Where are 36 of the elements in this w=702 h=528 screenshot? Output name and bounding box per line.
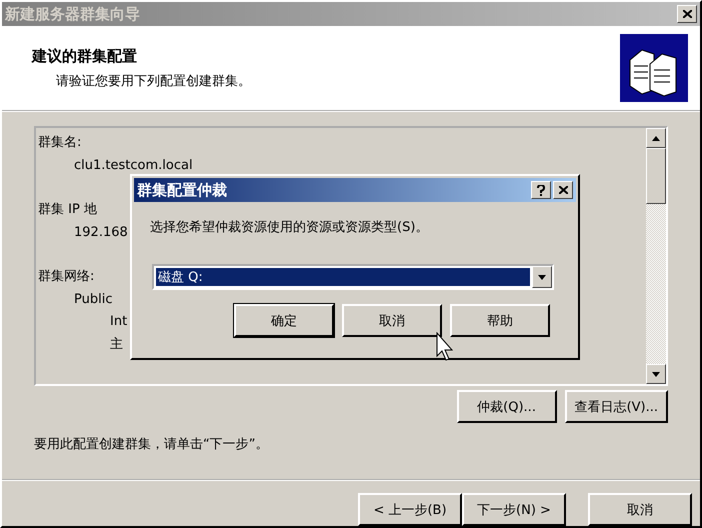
close-button[interactable] <box>553 181 573 199</box>
listing-line: clu1.testcom.local <box>74 156 193 174</box>
listing-line: Public <box>74 290 112 308</box>
listing-button[interactable]: 仲裁(Q)... <box>456 390 557 423</box>
nav-button[interactable]: 取消 <box>588 493 692 526</box>
instruction-text: 要用此配置创建群集，请单击“下一步”。 <box>34 436 270 453</box>
dialog-prompt: 选择您希望仲裁资源使用的资源或资源类型(S)。 <box>150 219 430 236</box>
listing-line: 群集 IP 地 <box>38 201 97 219</box>
close-button[interactable] <box>677 5 697 23</box>
scroll-up-icon <box>652 136 660 140</box>
header-title: 建议的群集配置 <box>32 46 138 66</box>
listing-line: Int <box>110 313 128 331</box>
help-button[interactable] <box>531 181 551 199</box>
close-icon <box>558 186 568 194</box>
dialog-button[interactable]: 取消 <box>342 304 442 337</box>
close-icon <box>682 10 692 18</box>
scroll-down-icon <box>652 372 660 376</box>
scrollbar[interactable] <box>646 128 666 384</box>
window-title: 新建服务器群集向导 <box>5 4 140 24</box>
nav-button[interactable]: 下一步(N) > <box>462 493 566 526</box>
dropdown-arrow-icon <box>538 274 546 280</box>
help-icon <box>537 184 545 196</box>
listing-button[interactable]: 查看日志(V)... <box>564 390 668 423</box>
dialog-button[interactable]: 确定 <box>234 304 334 337</box>
listing-line: 主 <box>110 336 123 354</box>
listing-line: 群集网络: <box>38 268 94 286</box>
dropdown-value: 磁盘 Q: <box>156 268 530 286</box>
nav-button[interactable]: < 上一步(B) <box>358 493 462 526</box>
listing-line: 群集名: <box>38 134 82 152</box>
scroll-thumb[interactable] <box>646 148 666 204</box>
listing-line: 192.168 <box>74 224 128 242</box>
dialog-button[interactable]: 帮助 <box>450 304 550 337</box>
header-subtitle: 请验证您要用下列配置创建群集。 <box>56 72 251 90</box>
dialog-title: 群集配置仲裁 <box>137 180 227 200</box>
resource-dropdown[interactable]: 磁盘 Q: <box>152 264 554 290</box>
server-cluster-icon <box>620 34 688 102</box>
